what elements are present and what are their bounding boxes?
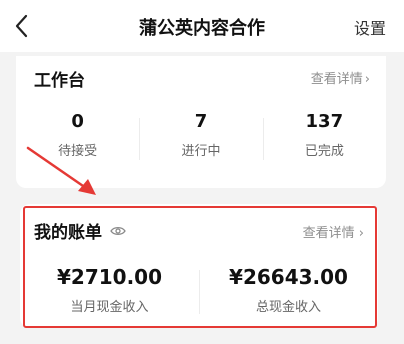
workbench-detail-label: 查看详情 xyxy=(310,72,363,87)
stat-value: 0 xyxy=(71,111,84,132)
chevron-right-icon: › xyxy=(364,72,370,87)
workbench-header: 工作台 查看详情 › xyxy=(16,56,386,96)
top-bar: 蒲公英内容合作 设置 xyxy=(0,0,404,52)
settings-button[interactable]: 设置 xyxy=(354,15,386,39)
stat-value: 137 xyxy=(305,111,344,132)
page-title: 蒲公英内容合作 xyxy=(139,18,265,39)
highlight-box xyxy=(23,206,377,328)
workbench-title: 工作台 xyxy=(34,71,85,91)
stat-in-progress[interactable]: 7 进行中 xyxy=(139,110,262,166)
stat-completed[interactable]: 137 已完成 xyxy=(262,110,386,166)
stat-value: 7 xyxy=(194,111,208,132)
stat-label: 进行中 xyxy=(181,144,221,159)
annotation-arrow-icon xyxy=(26,146,96,195)
workbench-detail-link[interactable]: 查看详情 › xyxy=(311,68,370,87)
stat-label: 已完成 xyxy=(304,144,344,159)
